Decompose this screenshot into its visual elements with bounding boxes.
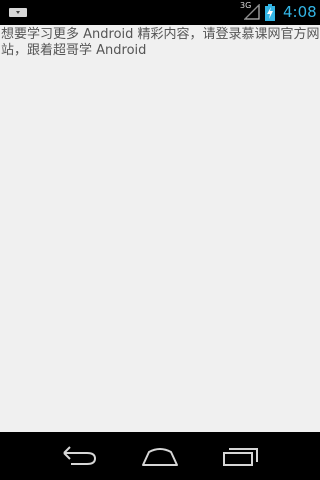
battery-charging-icon (265, 4, 275, 21)
main-content: 想要学习更多 Android 精彩内容，请登录慕课网官方网站，跟着超哥学 And… (0, 25, 320, 432)
status-clock: 4:08 (283, 3, 317, 21)
notification-icon[interactable] (9, 8, 27, 17)
app-screen: 3G 4:08 想要学习更多 Android 精彩内容，请登录慕课网官方网站，跟… (0, 0, 320, 480)
navigation-bar (0, 432, 320, 480)
back-icon[interactable] (61, 443, 99, 469)
signal-icon (244, 4, 260, 20)
recents-icon[interactable] (222, 443, 260, 469)
hello-text: 想要学习更多 Android 精彩内容，请登录慕课网官方网站，跟着超哥学 And… (1, 27, 320, 58)
home-icon[interactable] (141, 443, 179, 469)
status-bar: 3G 4:08 (0, 0, 320, 25)
